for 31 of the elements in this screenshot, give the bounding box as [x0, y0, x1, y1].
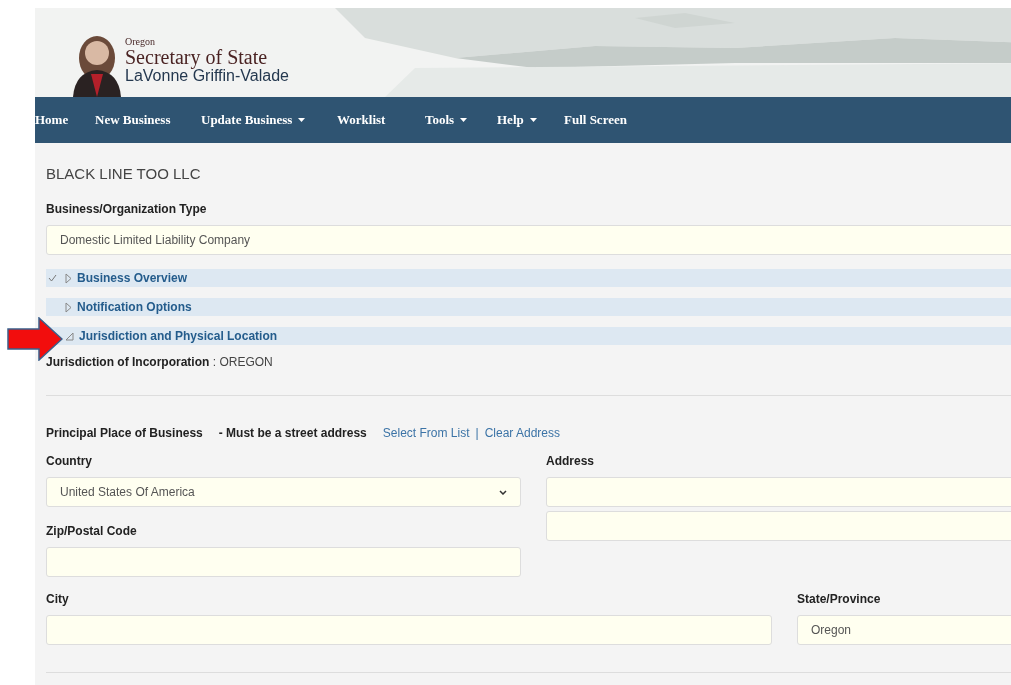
field-label: Address	[546, 454, 596, 468]
field-label: Country	[46, 454, 93, 468]
nav-item[interactable]: Update Business	[201, 112, 337, 128]
section-header[interactable]: Business Overview	[46, 269, 1011, 287]
link-separator: |	[475, 426, 479, 440]
field-label: City	[46, 592, 70, 606]
jurisdiction-text: Jurisdiction of Incorporation : OREGON	[46, 355, 273, 369]
field-label: Zip/Postal Code	[46, 524, 138, 538]
field-label: Business/Organization Type	[46, 202, 208, 216]
country-select[interactable]: United States Of America	[46, 477, 521, 507]
state-field[interactable]: Oregon	[797, 615, 1011, 645]
zip-field[interactable]	[46, 547, 521, 577]
city-field[interactable]	[46, 615, 772, 645]
field-label: State/Province	[797, 592, 882, 606]
nav-item[interactable]: Home	[35, 112, 95, 128]
address-field[interactable]	[546, 477, 1011, 507]
address-field[interactable]	[546, 511, 1011, 541]
nav-item[interactable]: Worklist	[337, 112, 425, 128]
nav-item[interactable]: Tools	[425, 112, 497, 128]
clear-address-link[interactable]: Clear Address	[484, 426, 560, 440]
nav-item[interactable]: New Business	[95, 112, 201, 128]
section-header[interactable]: Notification Options	[46, 298, 1011, 316]
business-type-field[interactable]: Domestic Limited Liability Company	[46, 225, 1011, 255]
nav-item[interactable]: Help	[497, 112, 564, 128]
address-note: - Must be a street address	[218, 426, 367, 440]
field-label: Principal Place of Business	[46, 426, 203, 440]
business-name: BLACK LINE TOO LLC	[46, 165, 202, 182]
chevron-down-icon	[499, 489, 507, 495]
nav-item[interactable]: Full Screen	[564, 112, 654, 128]
select-from-list-link[interactable]: Select From List	[382, 426, 470, 440]
state-name: Oregon	[125, 36, 156, 47]
